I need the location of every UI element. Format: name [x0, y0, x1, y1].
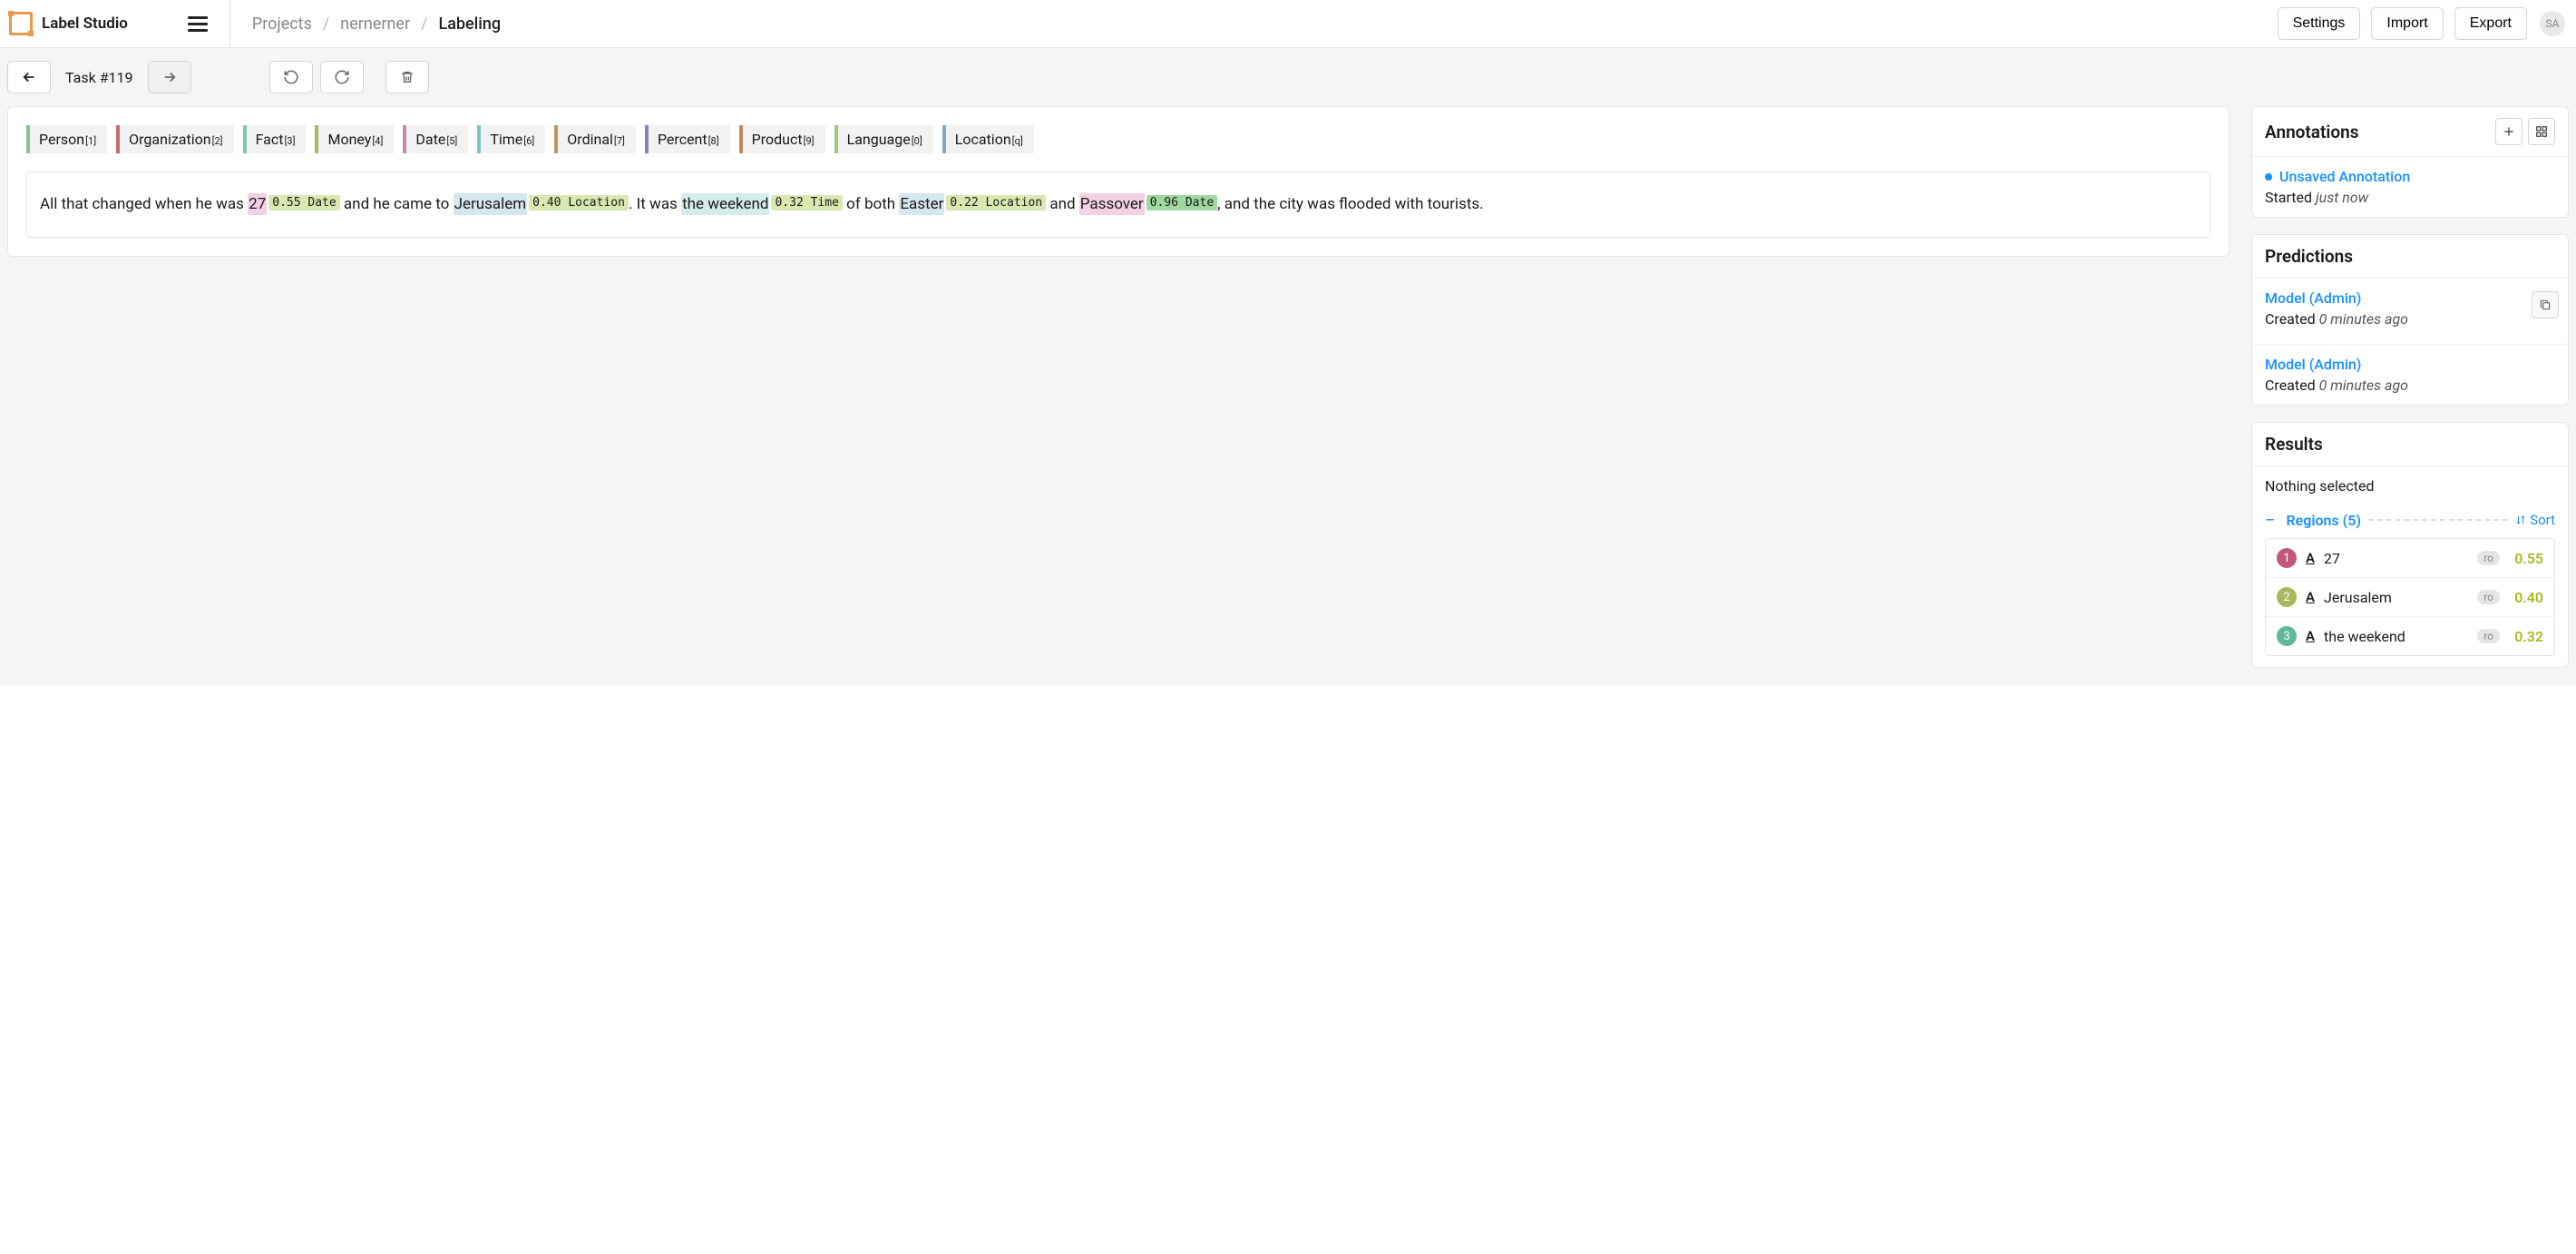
label-percent[interactable]: Percent[8] [645, 125, 730, 153]
task-label: Task #119 [58, 69, 141, 86]
avatar[interactable]: SA [2540, 11, 2565, 36]
import-button[interactable]: Import [2371, 7, 2443, 40]
label-product[interactable]: Product[9] [739, 125, 825, 153]
next-task-button[interactable] [148, 61, 191, 93]
label-time[interactable]: Time[6] [477, 125, 545, 153]
label-ordinal[interactable]: Ordinal[7] [554, 125, 636, 153]
text-region-icon: A [2306, 628, 2315, 644]
breadcrumb-current: Labeling [439, 15, 502, 34]
span-27[interactable]: 27 [248, 193, 267, 215]
menu-icon[interactable] [188, 13, 208, 35]
back-button[interactable] [7, 61, 51, 93]
region-item[interactable]: 2A Jerusalem ro 0.40 [2266, 577, 2554, 616]
region-text: 27 [2324, 550, 2468, 567]
span-badge: 0.40 Location [529, 195, 629, 211]
status-dot-icon [2265, 173, 2272, 181]
nothing-selected: Nothing selected [2265, 477, 2555, 495]
label-organization[interactable]: Organization[2] [116, 125, 233, 153]
label-language[interactable]: Language[0] [834, 125, 933, 153]
prediction-model-link[interactable]: Model (Admin) [2265, 289, 2555, 307]
divider [229, 0, 230, 48]
region-item[interactable]: 3Athe weekend ro 0.32 [2266, 616, 2554, 655]
add-annotation-button[interactable] [2495, 118, 2522, 145]
delete-button[interactable] [385, 61, 429, 93]
region-score: 0.55 [2509, 550, 2543, 567]
text-region-icon: A [2306, 550, 2315, 566]
span-badge: 0.96 Date [1147, 195, 1217, 211]
settings-button[interactable]: Settings [2278, 7, 2361, 40]
collapse-icon[interactable]: − [2265, 511, 2275, 529]
label-fact[interactable]: Fact[3] [243, 125, 307, 153]
prediction-item[interactable]: Model (Admin)Created 0 minutes ago [2252, 279, 2568, 338]
region-score: 0.40 [2509, 589, 2543, 606]
span-easter[interactable]: Easter [899, 193, 944, 215]
label-person[interactable]: Person[1] [26, 125, 107, 153]
span-weekend[interactable]: the weekend [681, 193, 769, 215]
region-text: Jerusalem [2324, 589, 2468, 606]
span-badge: 0.32 Time [771, 195, 842, 211]
span-badge: 0.55 Date [268, 195, 339, 211]
text-region-icon: A [2306, 589, 2315, 605]
prediction-model-link[interactable]: Model (Admin) [2265, 356, 2555, 373]
readonly-badge: ro [2477, 629, 2500, 643]
brand-name: Label Studio [42, 15, 128, 33]
copy-prediction-button[interactable] [2532, 291, 2559, 318]
label-money[interactable]: Money[4] [315, 125, 394, 153]
region-number: 3 [2277, 626, 2297, 646]
span-badge: 0.22 Location [946, 195, 1046, 211]
region-number: 2 [2277, 587, 2297, 607]
redo-button[interactable] [320, 61, 364, 93]
annotations-panel: Annotations Unsaved Annotation Started j… [2251, 106, 2569, 218]
readonly-badge: ro [2477, 551, 2500, 565]
text-content[interactable]: All that changed when he was 270.55 Date… [26, 171, 2210, 238]
export-button[interactable]: Export [2454, 7, 2527, 40]
region-score: 0.32 [2509, 628, 2543, 645]
results-title: Results [2265, 434, 2323, 455]
sort-button[interactable]: Sort [2515, 512, 2555, 528]
breadcrumb-projects[interactable]: Projects [252, 15, 312, 34]
region-number: 1 [2277, 548, 2297, 568]
annotations-title: Annotations [2265, 122, 2358, 142]
undo-button[interactable] [269, 61, 313, 93]
results-panel: Results Nothing selected − Regions (5) S… [2251, 422, 2569, 668]
readonly-badge: ro [2477, 590, 2500, 604]
breadcrumb: Projects / nernerner / Labeling [252, 15, 501, 34]
unsaved-annotation-link[interactable]: Unsaved Annotation [2279, 168, 2410, 185]
label-date[interactable]: Date[5] [403, 125, 468, 153]
logo-icon [9, 12, 33, 35]
predictions-title: Predictions [2265, 246, 2353, 267]
labeling-panel: Person[1] Organization[2] Fact[3] Money[4] D… [7, 106, 2230, 257]
breadcrumb-project[interactable]: nernerner [340, 15, 410, 34]
regions-label[interactable]: Regions (5) [2286, 512, 2361, 529]
prediction-item[interactable]: Model (Admin)Created 0 minutes ago [2252, 344, 2568, 405]
grid-view-button[interactable] [2528, 118, 2555, 145]
label-location[interactable]: Location[q] [942, 125, 1034, 153]
span-jerusalem[interactable]: Jerusalem [454, 193, 528, 215]
predictions-panel: Predictions Model (Admin)Created 0 minut… [2251, 234, 2569, 406]
region-text: the weekend [2324, 628, 2468, 645]
span-passover[interactable]: Passover [1079, 193, 1145, 215]
region-item[interactable]: 1A 27 ro 0.55 [2266, 539, 2554, 577]
